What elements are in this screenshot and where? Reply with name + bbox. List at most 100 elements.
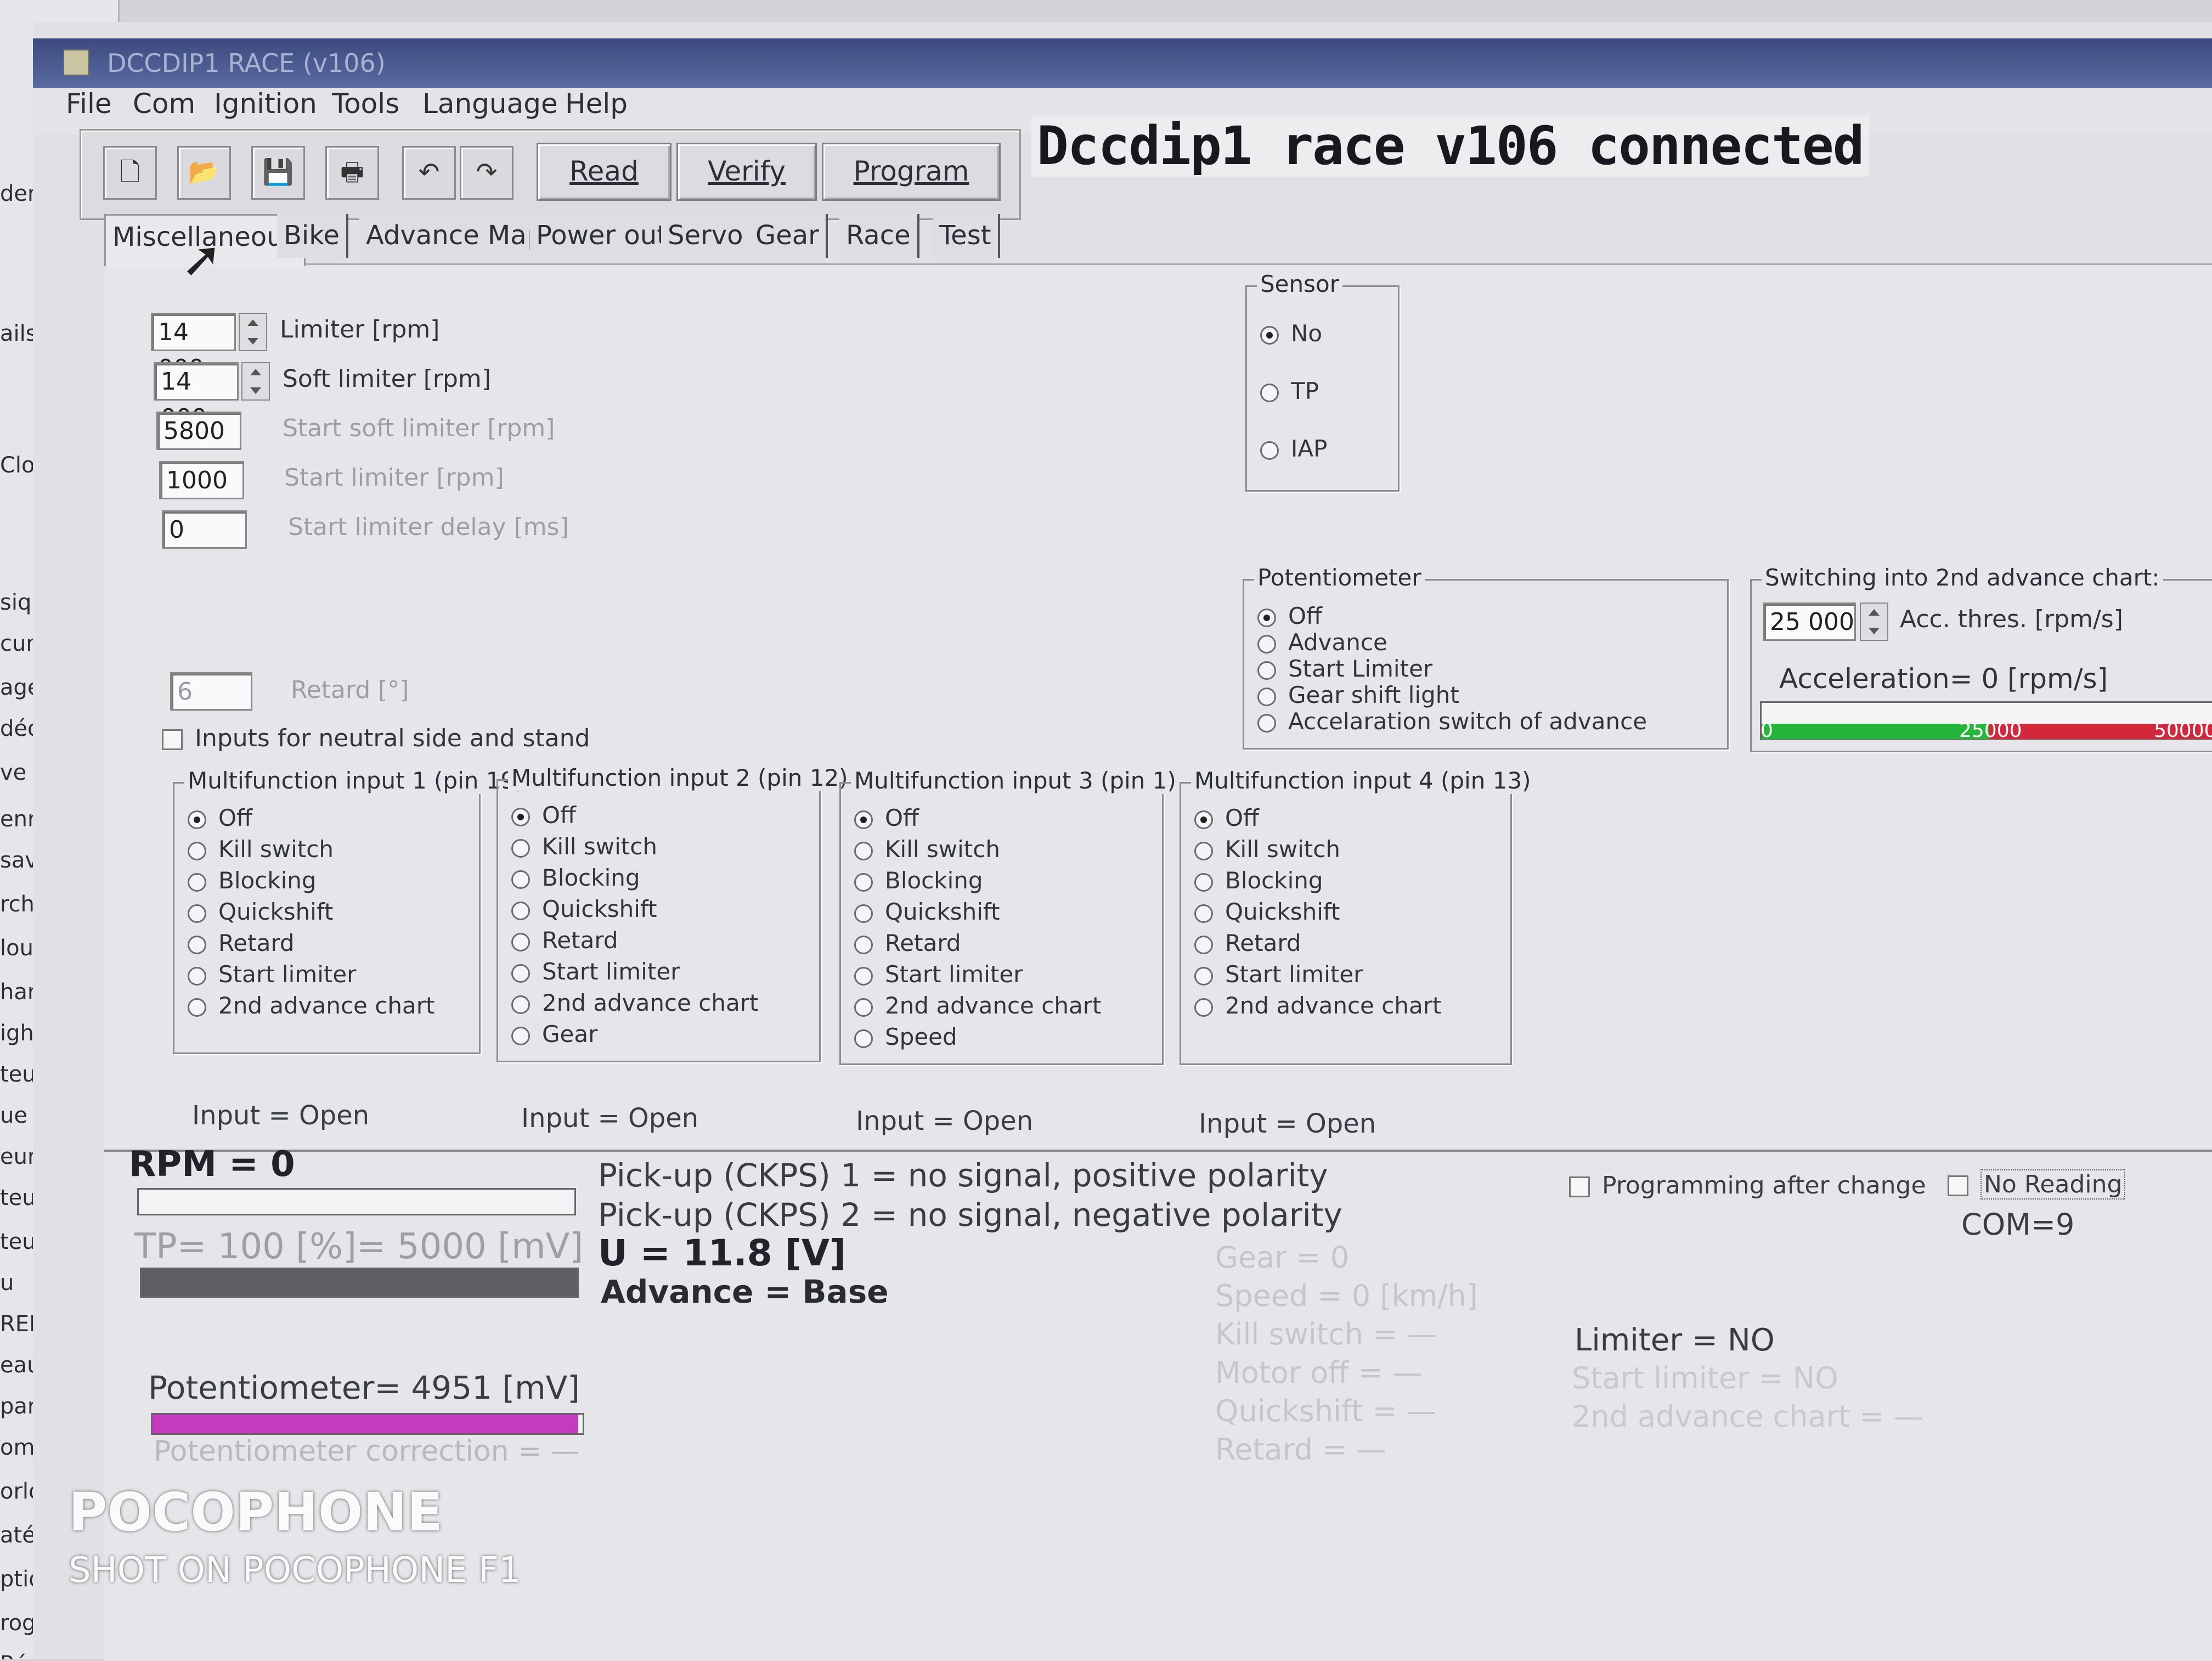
mf3-option-radio[interactable]: 2nd advance chart — [854, 992, 1101, 1019]
radio-indicator[interactable] — [188, 872, 206, 892]
desktop-sidebar-item[interactable]: u — [0, 1270, 14, 1296]
mf2-option-radio[interactable]: Kill switch — [511, 833, 657, 860]
pot-gear-shift-light-radio[interactable]: Gear shift light — [1257, 682, 1459, 708]
menu-com[interactable]: Com — [133, 88, 195, 120]
mf2-option-radio[interactable]: Blocking — [511, 864, 640, 891]
desktop-sidebar-item[interactable]: ails — [0, 321, 37, 346]
radio-indicator[interactable] — [1194, 841, 1213, 860]
radio-indicator[interactable] — [854, 966, 873, 986]
radio-indicator[interactable] — [1257, 661, 1276, 680]
open-icon[interactable]: 📂 — [177, 146, 231, 200]
radio-indicator[interactable] — [854, 1029, 873, 1048]
menu-language[interactable]: Language — [422, 88, 558, 120]
mf4-option-radio[interactable]: 2nd advance chart — [1194, 992, 1441, 1019]
radio-indicator[interactable] — [1257, 634, 1276, 654]
radio-indicator[interactable] — [1260, 383, 1279, 402]
mf3-option-radio[interactable]: Speed — [854, 1023, 957, 1050]
mf1-option-radio[interactable]: 2nd advance chart — [188, 992, 435, 1019]
verify-button[interactable]: Verify — [676, 143, 817, 201]
tab-test[interactable]: Test — [933, 214, 1000, 258]
radio-indicator[interactable] — [188, 810, 206, 829]
pot-acceleration-switch-radio[interactable]: Accelaration switch of advance — [1257, 708, 1647, 735]
save-icon[interactable]: 💾 — [251, 146, 305, 200]
mf2-option-radio[interactable]: Gear — [511, 1021, 597, 1048]
sensor-no-radio[interactable]: No — [1260, 320, 1322, 347]
radio-indicator[interactable] — [511, 995, 530, 1014]
mf1-option-radio[interactable]: Blocking — [188, 867, 317, 894]
print-icon[interactable]: 🖶 — [325, 146, 379, 200]
soft-limiter-field[interactable]: 14 000 — [154, 362, 239, 432]
program-button[interactable]: Program — [822, 143, 1001, 201]
mf4-option-radio[interactable]: Kill switch — [1194, 836, 1340, 863]
radio-indicator[interactable] — [188, 841, 206, 860]
checkbox-box[interactable] — [1569, 1176, 1590, 1197]
mf1-option-radio[interactable]: Off — [188, 804, 252, 831]
radio-indicator[interactable] — [854, 998, 873, 1017]
mf2-option-radio[interactable]: Quickshift — [511, 896, 657, 922]
redo-icon[interactable]: ↷ — [460, 146, 514, 200]
mf2-option-radio[interactable]: 2nd advance chart — [511, 989, 758, 1016]
new-icon[interactable]: 🗋 — [103, 146, 157, 200]
pot-advance-radio[interactable]: Advance — [1257, 629, 1387, 656]
tab-race[interactable]: Race — [839, 214, 919, 258]
radio-indicator[interactable] — [1194, 998, 1213, 1017]
radio-indicator[interactable] — [188, 935, 206, 954]
radio-indicator[interactable] — [854, 872, 873, 892]
menu-file[interactable]: File — [66, 88, 112, 120]
pot-off-radio[interactable]: Off — [1257, 603, 1322, 629]
radio-indicator[interactable] — [1257, 687, 1276, 706]
radio-indicator[interactable] — [854, 810, 873, 829]
start-soft-limiter-field[interactable]: 5800 — [156, 412, 241, 450]
mf3-option-radio[interactable]: Kill switch — [854, 836, 1000, 863]
tab-power-out[interactable]: Power out — [529, 214, 676, 258]
programming-after-change-checkbox[interactable]: Programming after change — [1569, 1172, 1926, 1200]
radio-indicator[interactable] — [188, 998, 206, 1017]
radio-indicator[interactable] — [511, 838, 530, 858]
mf4-option-radio[interactable]: Blocking — [1194, 867, 1323, 894]
radio-indicator[interactable] — [854, 935, 873, 954]
read-button[interactable]: Read — [537, 143, 672, 201]
checkbox-box[interactable] — [1948, 1175, 1968, 1196]
limiter-spinner[interactable] — [239, 313, 267, 351]
radio-indicator[interactable] — [1257, 713, 1276, 733]
mf2-option-radio[interactable]: Off — [511, 802, 576, 829]
radio-indicator[interactable] — [1194, 935, 1213, 954]
radio-indicator[interactable] — [854, 841, 873, 860]
radio-indicator[interactable] — [854, 904, 873, 923]
radio-indicator[interactable] — [1260, 325, 1279, 345]
mf3-option-radio[interactable]: Quickshift — [854, 898, 1000, 925]
mf4-option-radio[interactable]: Retard — [1194, 930, 1301, 956]
mf2-option-radio[interactable]: Retard — [511, 927, 618, 954]
neutral-inputs-checkbox[interactable]: Inputs for neutral side and stand — [162, 724, 590, 752]
limiter-field[interactable]: 14 000 — [151, 313, 236, 382]
tab-gear[interactable]: Gear — [749, 214, 828, 258]
radio-indicator[interactable] — [511, 932, 530, 951]
sensor-tp-radio[interactable]: TP — [1260, 378, 1319, 404]
checkbox-box[interactable] — [162, 729, 183, 750]
mf1-option-radio[interactable]: Quickshift — [188, 898, 333, 925]
menu-tools[interactable]: Tools — [332, 88, 399, 120]
radio-indicator[interactable] — [1194, 872, 1213, 892]
radio-indicator[interactable] — [188, 966, 206, 986]
start-limiter-delay-field[interactable]: 0 — [162, 510, 247, 549]
mf3-option-radio[interactable]: Start limiter — [854, 961, 1023, 988]
radio-indicator[interactable] — [511, 964, 530, 983]
mf4-option-radio[interactable]: Off — [1194, 804, 1259, 831]
retard-field[interactable]: 6 — [170, 672, 252, 711]
menu-help[interactable]: Help — [565, 88, 628, 120]
radio-indicator[interactable] — [1260, 441, 1279, 460]
sensor-iap-radio[interactable]: IAP — [1260, 435, 1327, 462]
undo-icon[interactable]: ↶ — [402, 146, 456, 200]
mf4-option-radio[interactable]: Start limiter — [1194, 961, 1363, 988]
radio-indicator[interactable] — [511, 870, 530, 889]
mf1-option-radio[interactable]: Retard — [188, 930, 295, 956]
radio-indicator[interactable] — [1257, 608, 1276, 627]
radio-indicator[interactable] — [1194, 904, 1213, 923]
radio-indicator[interactable] — [188, 904, 206, 923]
pot-start-limiter-radio[interactable]: Start Limiter — [1257, 655, 1432, 682]
tab-servo[interactable]: Servo — [661, 214, 752, 258]
mf2-option-radio[interactable]: Start limiter — [511, 958, 680, 985]
tab-advance-map[interactable]: Advance Map — [359, 214, 552, 258]
soft-limiter-spinner[interactable] — [241, 362, 270, 401]
mf3-option-radio[interactable]: Off — [854, 804, 919, 831]
